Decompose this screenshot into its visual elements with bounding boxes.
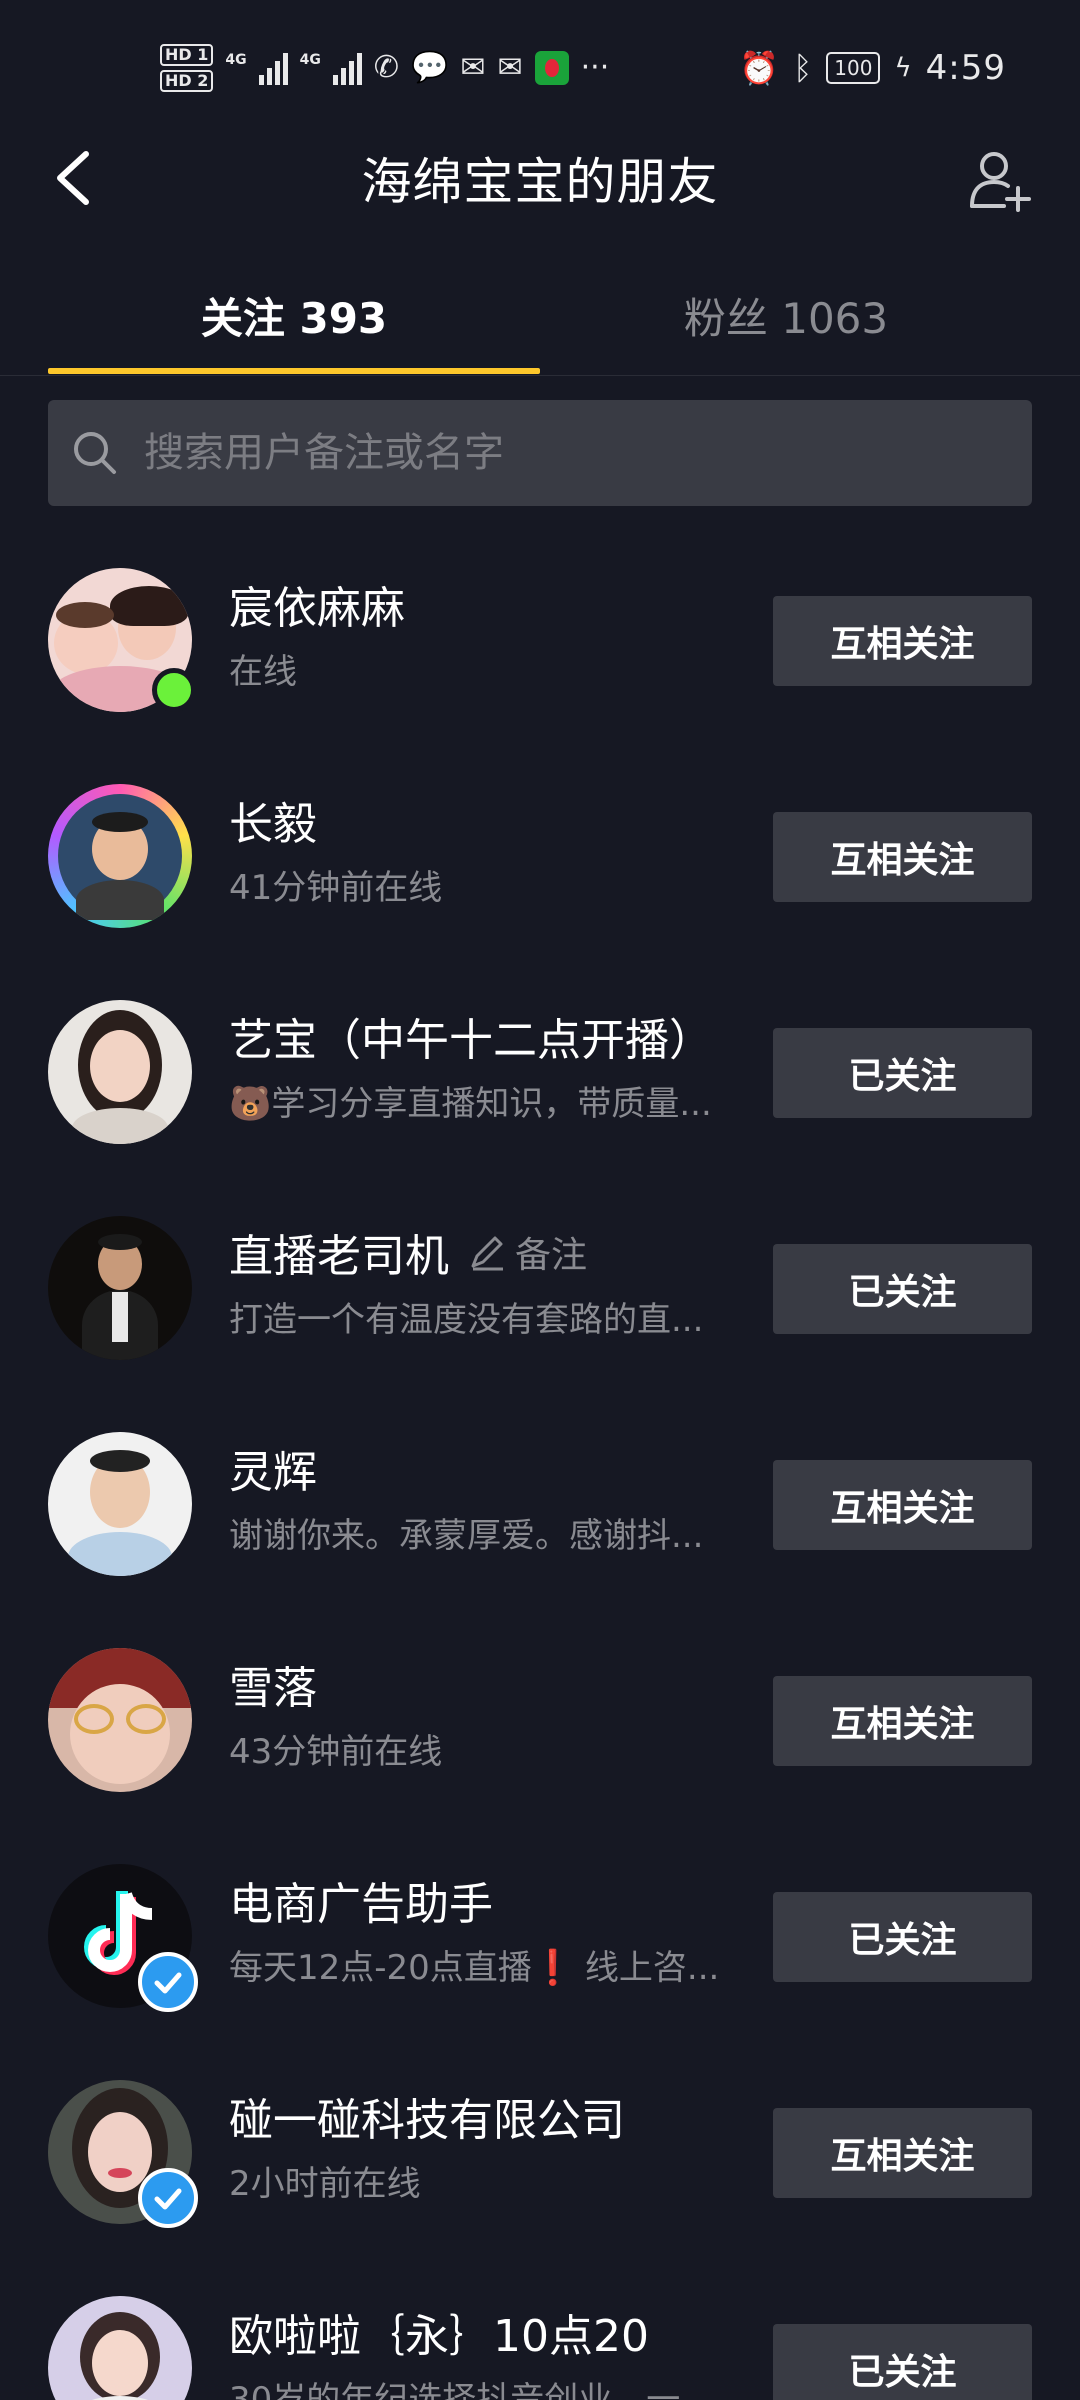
charging-icon: ϟ [894,53,912,83]
avatar[interactable] [48,1432,192,1576]
following-button[interactable]: 已关注 [773,2324,1032,2400]
avatar[interactable] [48,1000,192,1144]
missed-call-icon: ✆ [373,50,399,85]
alarm-icon: ⏰ [739,49,780,87]
contact-status: 谢谢你来。承蒙厚爱。感谢抖... [229,1516,704,1556]
chevron-left-icon [57,151,89,205]
app-notification-icon [534,51,569,85]
contact-name-text: 欧啦啦｛永｝10点20 [229,2311,649,2362]
tab-following[interactable]: 关注 393 [48,256,540,374]
more-notifications-icon: ··· [580,50,610,85]
search-input[interactable] [144,430,1004,476]
search-icon [74,432,116,474]
tab-bar: 关注 393 粉丝 1063 [0,256,1080,376]
list-item[interactable]: 碰一碰科技有限公司 2小时前在线 互相关注 [0,2056,1080,2272]
contact-status: 每天12点-20点直播❗ 线上咨... [229,1948,720,1988]
list-item[interactable]: 雪落 43分钟前在线 互相关注 [0,1624,1080,1840]
contact-name-text: 碰一碰科技有限公司 [229,2095,625,2146]
contact-name: 长毅 [229,788,317,852]
list-item[interactable]: 灵辉 谢谢你来。承蒙厚爱。感谢抖... 互相关注 [0,1408,1080,1624]
avatar[interactable] [48,784,192,928]
chat-icon: 💬 [410,50,449,85]
list-item[interactable]: 长毅 41分钟前在线 互相关注 [0,760,1080,976]
active-tab-indicator [48,368,540,374]
contact-name-text: 雪落 [229,1663,317,1714]
status-bar-left: HD 1 HD 2 4G 4G ✆ 💬 ✉ ✉ ··· [160,44,609,92]
list-item[interactable]: 欧啦啦｛永｝10点20 30岁的年纪选择抖音创业，一个... 已关注 [0,2272,1080,2400]
following-button[interactable]: 已关注 [773,1892,1032,1982]
verified-badge [138,1952,198,2012]
status-bar: HD 1 HD 2 4G 4G ✆ 💬 ✉ ✉ ··· ⏰ ᛒ 100 ϟ 4:… [0,0,1080,136]
list-item[interactable]: 电商广告助手 每天12点-20点直播❗ 线上咨... 已关注 [0,1840,1080,2056]
following-list: 宸依麻麻 在线 互相关注 长毅 41分钟前在线 互相关注 艺宝（中午十二点开播）… [0,544,1080,2400]
mutual-follow-button[interactable]: 互相关注 [773,596,1032,686]
following-button[interactable]: 已关注 [773,1028,1032,1118]
network-type-1: 4G [225,52,247,68]
contact-name-text: 艺宝（中午十二点开播） [229,1015,713,1066]
contact-name-text: 长毅 [229,799,317,850]
contact-status: 2小时前在线 [229,2164,421,2204]
contact-name: 电商广告助手 [229,1868,493,1932]
contact-name-text: 灵辉 [229,1447,317,1498]
contact-status: 30岁的年纪选择抖音创业，一个... [229,2380,729,2400]
following-button[interactable]: 已关注 [773,1244,1032,1334]
remark-label: 备注 [515,1235,588,1276]
bluetooth-icon: ᛒ [793,49,813,87]
avatar[interactable] [48,2296,192,2400]
edit-remark-button[interactable]: 备注 [467,1226,587,1278]
contact-name: 灵辉 [229,1436,317,1500]
header: 海绵宝宝的朋友 [0,136,1080,220]
checkmark-icon [154,1972,182,1994]
contact-status: 🐻学习分享直播知识，带质量... [229,1084,712,1124]
hd1-label: HD 1 [160,44,214,66]
battery-icon: 100 [826,52,881,84]
contact-name: 碰一碰科技有限公司 [229,2084,625,2148]
mail-icon: ✉ [460,50,486,85]
checkmark-icon [154,2188,182,2210]
contact-name: 欧啦啦｛永｝10点20 [229,2300,649,2364]
verified-badge [138,2168,198,2228]
page-title: 海绵宝宝的朋友 [361,153,719,211]
contact-status: 41分钟前在线 [229,868,443,908]
mail-icon-2: ✉ [497,50,523,85]
hd-indicator: HD 1 HD 2 [160,44,214,92]
contact-name-text: 电商广告助手 [229,1879,493,1930]
avatar[interactable] [48,1216,192,1360]
contact-name-text: 直播老司机 [229,1231,449,1282]
pencil-icon [471,1236,503,1271]
avatar[interactable] [48,1648,192,1792]
signal-icon-2 [332,51,362,85]
online-status-indicator [152,668,196,712]
tab-fans[interactable]: 粉丝 1063 [540,256,1032,374]
contact-status: 在线 [229,652,297,692]
list-item[interactable]: 直播老司机 备注 打造一个有温度没有套路的直... 已关注 [0,1192,1080,1408]
list-item[interactable]: 艺宝（中午十二点开播） 🐻学习分享直播知识，带质量... 已关注 [0,976,1080,1192]
status-bar-right: ⏰ ᛒ 100 ϟ 4:59 [739,48,1006,88]
contact-name-text: 宸依麻麻 [229,583,405,634]
search-bar[interactable] [48,400,1032,506]
contact-status: 43分钟前在线 [229,1732,443,1772]
clock: 4:59 [925,48,1006,88]
contact-name: 直播老司机 备注 [229,1220,587,1284]
signal-icon-1 [258,51,288,85]
mutual-follow-button[interactable]: 互相关注 [773,2108,1032,2198]
contact-name: 艺宝（中午十二点开播） [229,1004,713,1068]
mutual-follow-button[interactable]: 互相关注 [773,1676,1032,1766]
contact-name: 宸依麻麻 [229,572,405,636]
add-user-icon [970,152,1031,212]
mutual-follow-button[interactable]: 互相关注 [773,1460,1032,1550]
mutual-follow-button[interactable]: 互相关注 [773,812,1032,902]
contact-status: 打造一个有温度没有套路的直... [229,1300,704,1340]
contact-name: 雪落 [229,1652,317,1716]
list-item[interactable]: 宸依麻麻 在线 互相关注 [0,544,1080,760]
add-friend-button[interactable] [964,144,1036,216]
back-button[interactable] [48,148,104,208]
network-type-2: 4G [299,52,321,68]
hd2-label: HD 2 [160,70,214,92]
